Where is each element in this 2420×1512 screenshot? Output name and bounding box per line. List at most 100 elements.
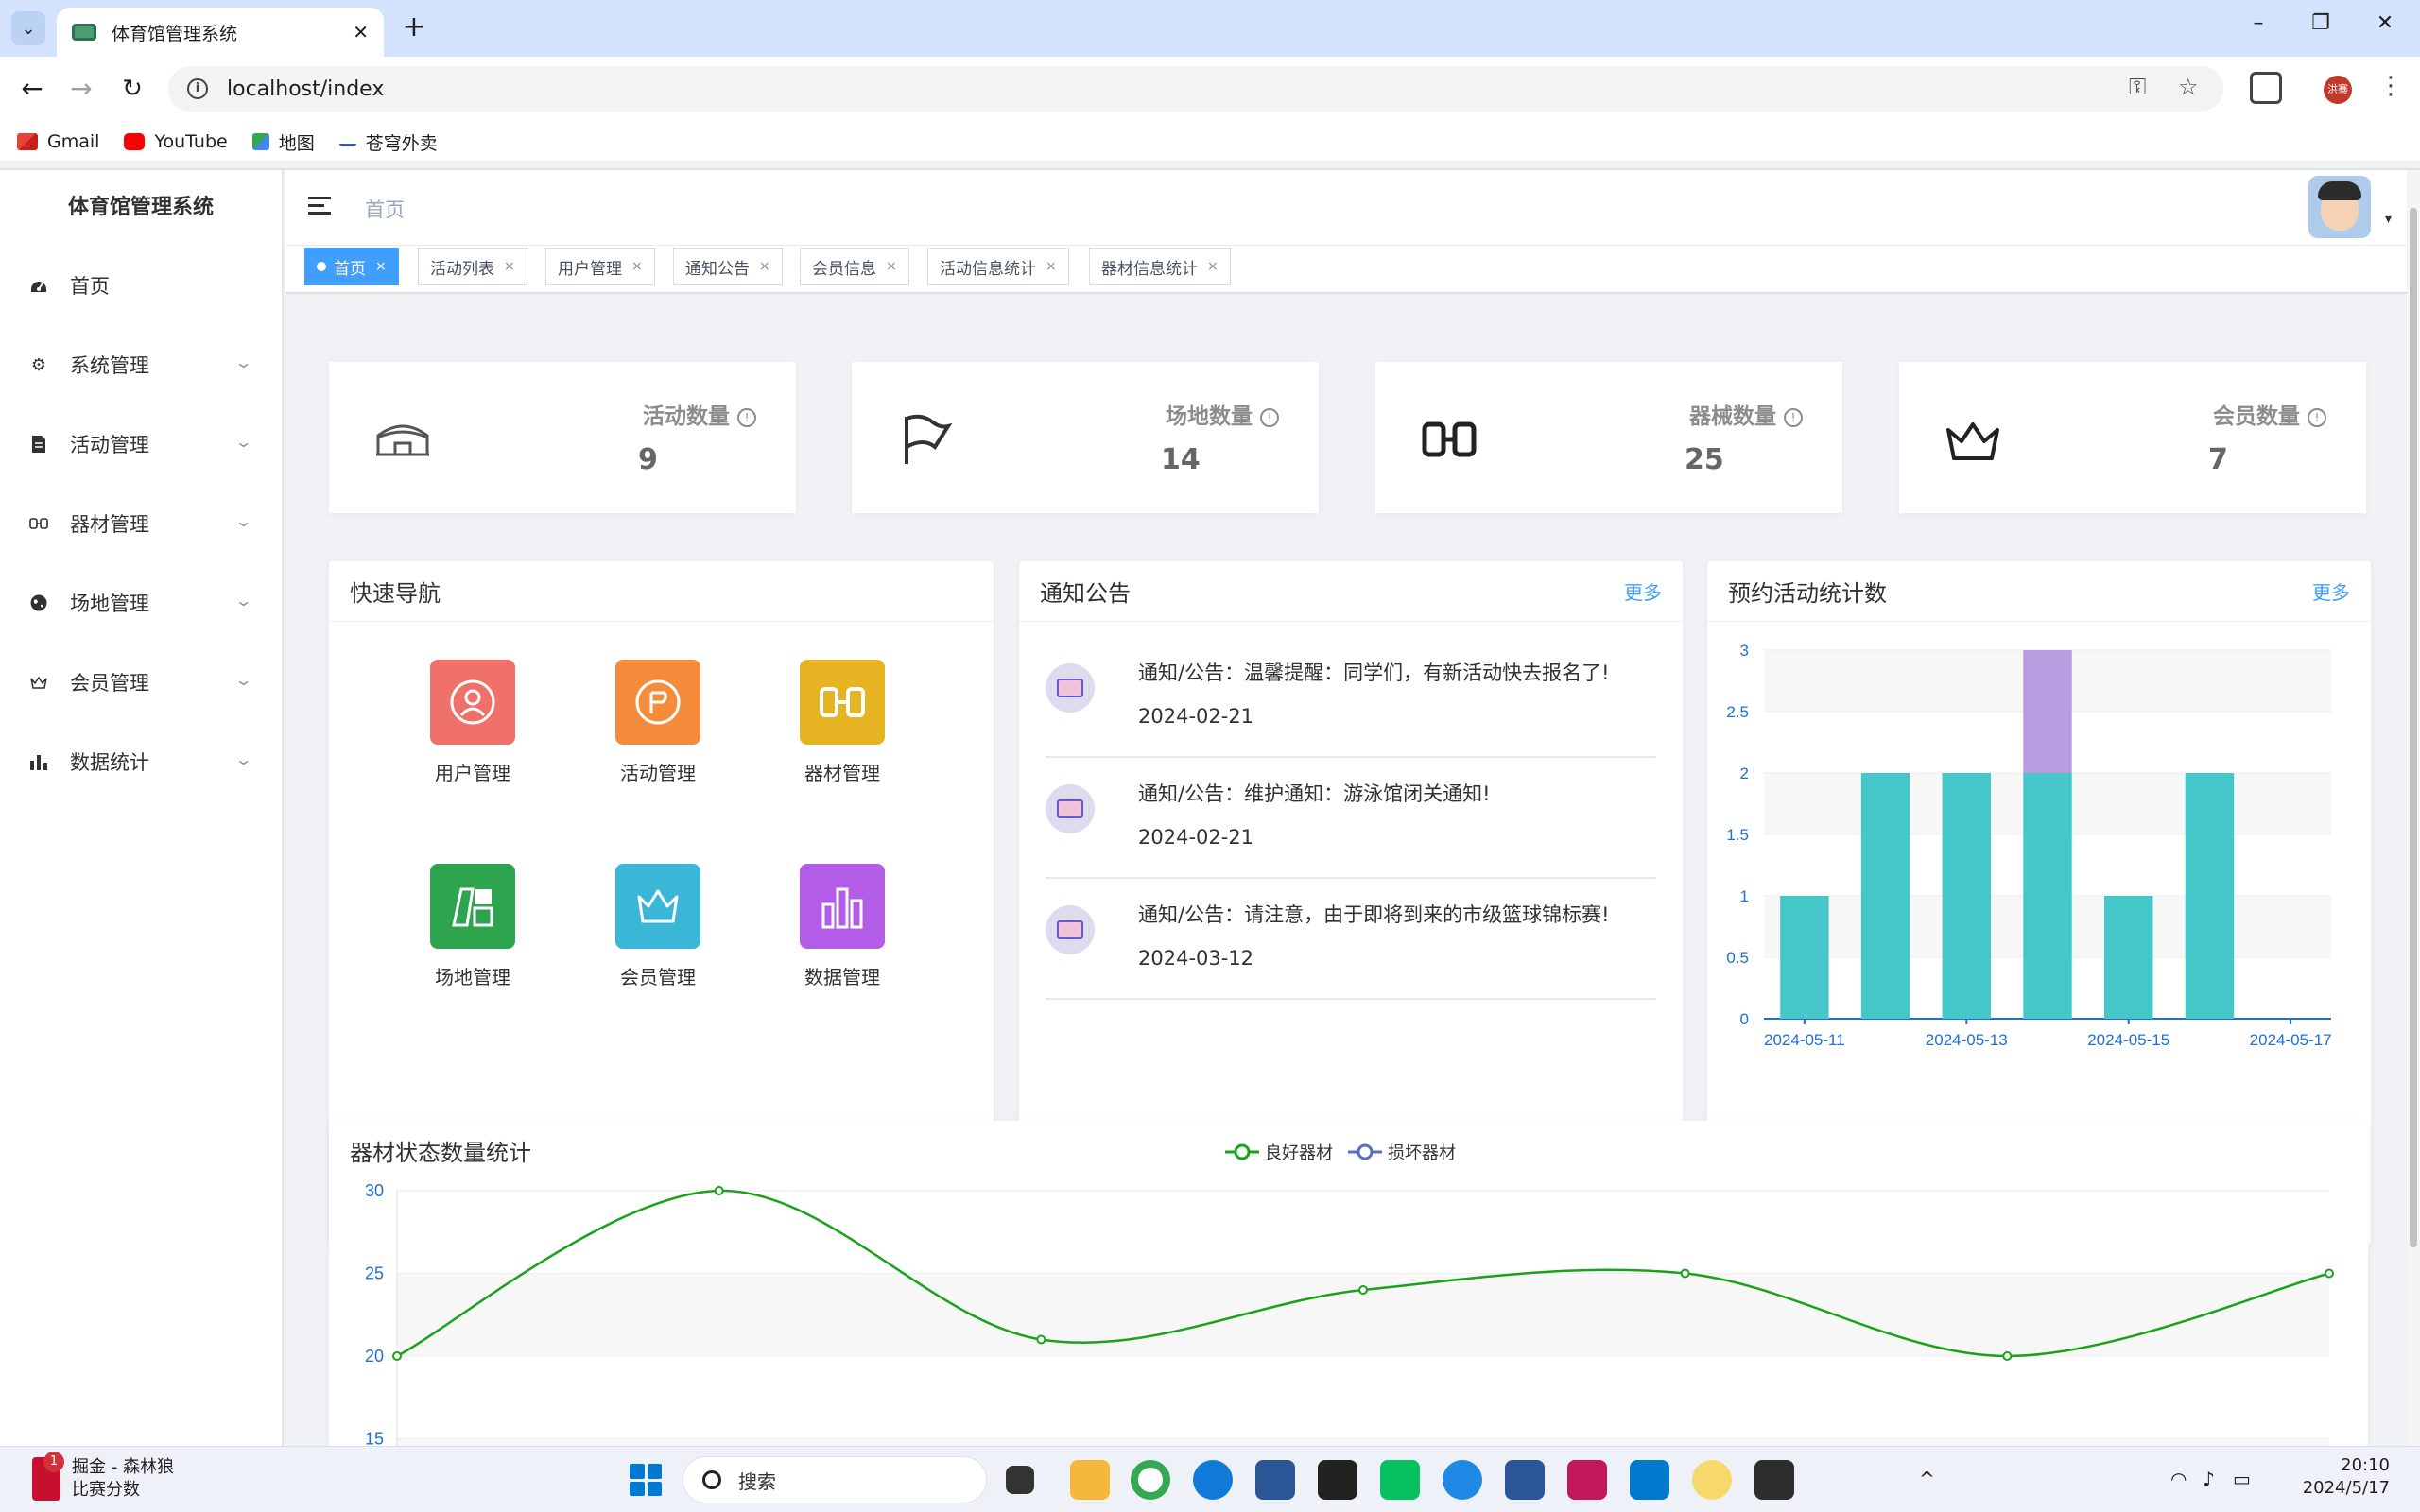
intellij-icon[interactable] <box>1567 1460 1607 1500</box>
close-icon[interactable]: × <box>1207 259 1219 274</box>
sidebar-item-statistics[interactable]: 数据统计 ⌄ <box>0 722 282 801</box>
system-clock[interactable]: 20:10 2024/5/17 <box>2276 1454 2390 1500</box>
tag-user-management[interactable]: 用户管理 × <box>545 248 655 285</box>
site-info-icon[interactable]: i <box>187 78 208 99</box>
quick-nav-member[interactable]: 会员管理 <box>615 864 700 989</box>
profile-avatar[interactable]: 洪骞 <box>2324 76 2352 104</box>
word-icon[interactable] <box>1505 1460 1545 1500</box>
quick-nav-activity[interactable]: 活动管理 <box>615 660 700 785</box>
close-icon[interactable]: × <box>886 259 897 274</box>
new-tab-button[interactable]: + <box>397 11 431 45</box>
store-icon[interactable] <box>1255 1460 1295 1500</box>
info-icon[interactable]: ! <box>737 408 756 427</box>
legend-label[interactable]: 良好器材 <box>1265 1140 1333 1164</box>
avatar[interactable] <box>2308 176 2371 238</box>
sidebar-item-activity[interactable]: 活动管理 ⌄ <box>0 404 282 484</box>
search-icon <box>702 1470 721 1489</box>
volume-icon[interactable]: ♪ <box>2203 1468 2215 1490</box>
info-icon[interactable]: ! <box>1260 408 1279 427</box>
minimize-button[interactable]: – <box>2235 11 2282 45</box>
password-key-icon[interactable]: ⚿ <box>2129 74 2146 100</box>
tag-label: 用户管理 <box>558 259 622 279</box>
sidebar-item-label: 首页 <box>70 275 110 298</box>
taskbar-search[interactable]: 搜索 <box>683 1456 987 1503</box>
sidebar-item-label: 场地管理 <box>70 593 149 615</box>
youtube-icon <box>124 133 146 150</box>
wifi-icon[interactable]: ◠ <box>2170 1468 2187 1490</box>
close-window-button[interactable]: ✕ <box>2361 11 2409 45</box>
news-widget[interactable]: 1 掘金 - 森林狼 比赛分数 <box>32 1452 174 1502</box>
tag-label: 首页 <box>334 259 366 279</box>
quick-nav-label: 用户管理 <box>435 762 510 784</box>
more-link[interactable]: 更多 <box>2312 577 2350 605</box>
tab-search-dropdown[interactable]: ⌄ <box>11 11 45 45</box>
battery-icon[interactable]: ▭ <box>2233 1468 2251 1490</box>
file-explorer-icon[interactable] <box>1070 1460 1110 1500</box>
browser-app-icon[interactable] <box>1443 1460 1482 1500</box>
extensions-icon[interactable] <box>2250 72 2282 104</box>
chevron-down-icon: ⌄ <box>233 592 253 610</box>
tag-activity-list[interactable]: 活动列表 × <box>418 248 527 285</box>
info-icon[interactable]: ! <box>1784 408 1803 427</box>
quick-nav-equipment[interactable]: 器材管理 <box>800 660 885 785</box>
chrome-icon[interactable] <box>1131 1460 1170 1500</box>
bookmark-star-icon[interactable]: ☆ <box>2178 74 2199 100</box>
task-view-icon[interactable] <box>1006 1466 1034 1494</box>
os-taskbar: 1 掘金 - 森林狼 比赛分数 搜索 ^ ◠ ♪ ▭ 20:10 2024/5/1… <box>0 1446 2420 1512</box>
page-scrollbar[interactable] <box>2407 170 2420 1446</box>
sidebar-item-member[interactable]: 会员管理 ⌄ <box>0 643 282 722</box>
scrollbar-thumb[interactable] <box>2410 208 2417 1247</box>
back-icon[interactable]: ← <box>13 72 51 106</box>
info-icon[interactable]: ! <box>2308 408 2326 427</box>
quick-nav-user[interactable]: 用户管理 <box>430 660 515 785</box>
close-icon[interactable]: × <box>504 259 515 274</box>
notice-title: 通知/公告：请注意，由于即将到来的市级篮球锦标赛! <box>1138 903 1610 926</box>
forward-icon[interactable]: → <box>62 72 100 106</box>
caret-down-icon[interactable]: ▾ <box>2385 212 2392 227</box>
wechat-icon[interactable] <box>1380 1460 1420 1500</box>
sidebar-item-home[interactable]: 首页 <box>0 246 282 325</box>
tag-activity-stats[interactable]: 活动信息统计 × <box>927 248 1069 285</box>
address-bar[interactable]: i localhost/index <box>168 66 2223 112</box>
browser-tab-active[interactable]: 体育馆管理系统 ✕ <box>57 8 384 57</box>
tag-equipment-stats[interactable]: 器材信息统计 × <box>1089 248 1231 285</box>
restore-button[interactable]: ❐ <box>2297 11 2344 45</box>
quick-nav-venue[interactable]: 场地管理 <box>430 864 515 989</box>
bookmark-gmail[interactable]: Gmail <box>17 131 99 152</box>
edge-icon[interactable] <box>1193 1460 1233 1500</box>
tag-notices[interactable]: 通知公告 × <box>673 248 783 285</box>
sidebar-item-system[interactable]: ⚙ 系统管理 ⌄ <box>0 325 282 404</box>
envelope-icon <box>1046 663 1095 713</box>
tag-home[interactable]: 首页 × <box>304 248 399 285</box>
sidebar-toggle-icon[interactable] <box>308 197 331 215</box>
reload-icon[interactable]: ↻ <box>113 72 151 106</box>
pet-app-icon[interactable] <box>1692 1460 1732 1500</box>
notice-item[interactable]: 通知/公告：温馨提醒：同学们，有新活动快去报名了! 2024-02-21 <box>1046 637 1656 758</box>
notion-icon[interactable] <box>1318 1460 1357 1500</box>
close-icon[interactable]: × <box>1046 259 1057 274</box>
notice-item[interactable]: 通知/公告：维护通知：游泳馆闭关通知! 2024-02-21 <box>1046 758 1656 879</box>
bookmark-cangqiong[interactable]: 苍穹外卖 <box>338 129 438 155</box>
close-icon[interactable]: × <box>375 259 387 274</box>
sidebar-item-equipment[interactable]: 器材管理 ⌄ <box>0 484 282 563</box>
quick-nav-data[interactable]: 数据管理 <box>800 864 885 989</box>
bookmark-maps[interactable]: 地图 <box>251 129 315 155</box>
vscode-icon[interactable] <box>1630 1460 1669 1500</box>
close-icon[interactable]: × <box>759 259 770 274</box>
flag-icon <box>905 414 953 464</box>
bookmark-youtube[interactable]: YouTube <box>124 131 228 152</box>
tag-member-info[interactable]: 会员信息 × <box>800 248 909 285</box>
stat-card-activities: 活动数量! 9 <box>329 362 796 513</box>
notice-item[interactable]: 通知/公告：请注意，由于即将到来的市级篮球锦标赛! 2024-03-12 <box>1046 879 1656 1000</box>
tab-close-icon[interactable]: ✕ <box>353 21 369 43</box>
bar-chart-icon <box>800 864 885 949</box>
browser-menu-icon[interactable]: ⋮ <box>2378 72 2403 100</box>
tray-overflow-icon[interactable]: ^ <box>1919 1468 1935 1490</box>
close-icon[interactable]: × <box>631 259 643 274</box>
more-link[interactable]: 更多 <box>1624 577 1662 605</box>
terminal-icon[interactable] <box>1754 1460 1794 1500</box>
windows-start-icon[interactable] <box>630 1464 662 1496</box>
breadcrumb[interactable]: 首页 <box>365 195 405 223</box>
legend-label[interactable]: 损坏器材 <box>1388 1140 1456 1164</box>
sidebar-item-venue[interactable]: 场地管理 ⌄ <box>0 563 282 643</box>
